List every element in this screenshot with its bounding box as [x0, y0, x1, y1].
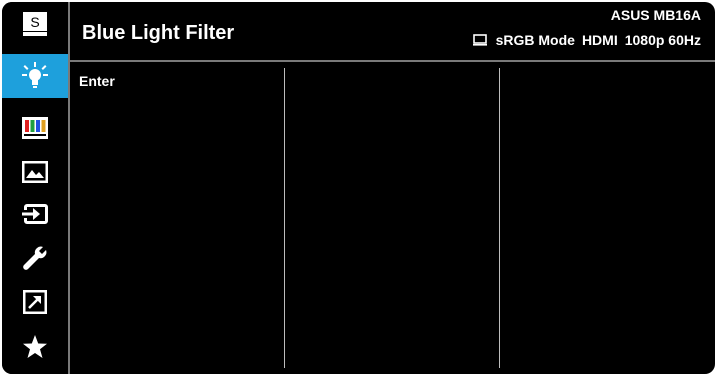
sidebar-item-color[interactable] [2, 106, 68, 150]
sidebar-item-input-select[interactable] [2, 192, 68, 236]
sidebar-divider [68, 2, 70, 374]
column-divider [499, 68, 500, 368]
sidebar-item-my-favorite[interactable] [2, 325, 68, 369]
svg-text:S: S [30, 14, 39, 30]
sidebar-item-blue-light-filter[interactable] [2, 54, 68, 98]
status-bar: sRGB Mode HDMI 1080p 60Hz [472, 32, 701, 48]
sidebar-item-shortcut[interactable] [2, 280, 68, 324]
input-icon [22, 204, 48, 224]
page-title: Blue Light Filter [82, 22, 235, 44]
model-name: ASUS MB16A [610, 7, 701, 23]
star-icon [23, 335, 47, 358]
input-label: HDMI [581, 32, 618, 48]
wrench-icon [23, 246, 47, 270]
bulb-icon [22, 62, 48, 88]
image-icon [22, 161, 48, 183]
color-bars-icon [22, 117, 48, 139]
mode-label: sRGB Mode [495, 32, 575, 48]
sidebar-item-system-setup[interactable] [2, 236, 68, 280]
resolution-label: 1080p 60Hz [624, 32, 701, 48]
monitor-icon [472, 34, 487, 46]
osd-frame: S Blue Light Filter ASUS MB16A sRGB Mode… [2, 2, 715, 374]
shortcut-arrow-icon [23, 290, 47, 314]
header-divider [70, 60, 715, 62]
sidebar-item-splendid[interactable]: S [2, 2, 68, 46]
splendid-s-icon: S [23, 12, 47, 36]
sidebar-item-image[interactable] [2, 150, 68, 194]
column-divider [284, 68, 285, 368]
osd-window: S Blue Light Filter ASUS MB16A sRGB Mode… [0, 0, 717, 376]
sidebar: S [2, 2, 68, 374]
menu-item-enter[interactable]: Enter [79, 73, 115, 89]
